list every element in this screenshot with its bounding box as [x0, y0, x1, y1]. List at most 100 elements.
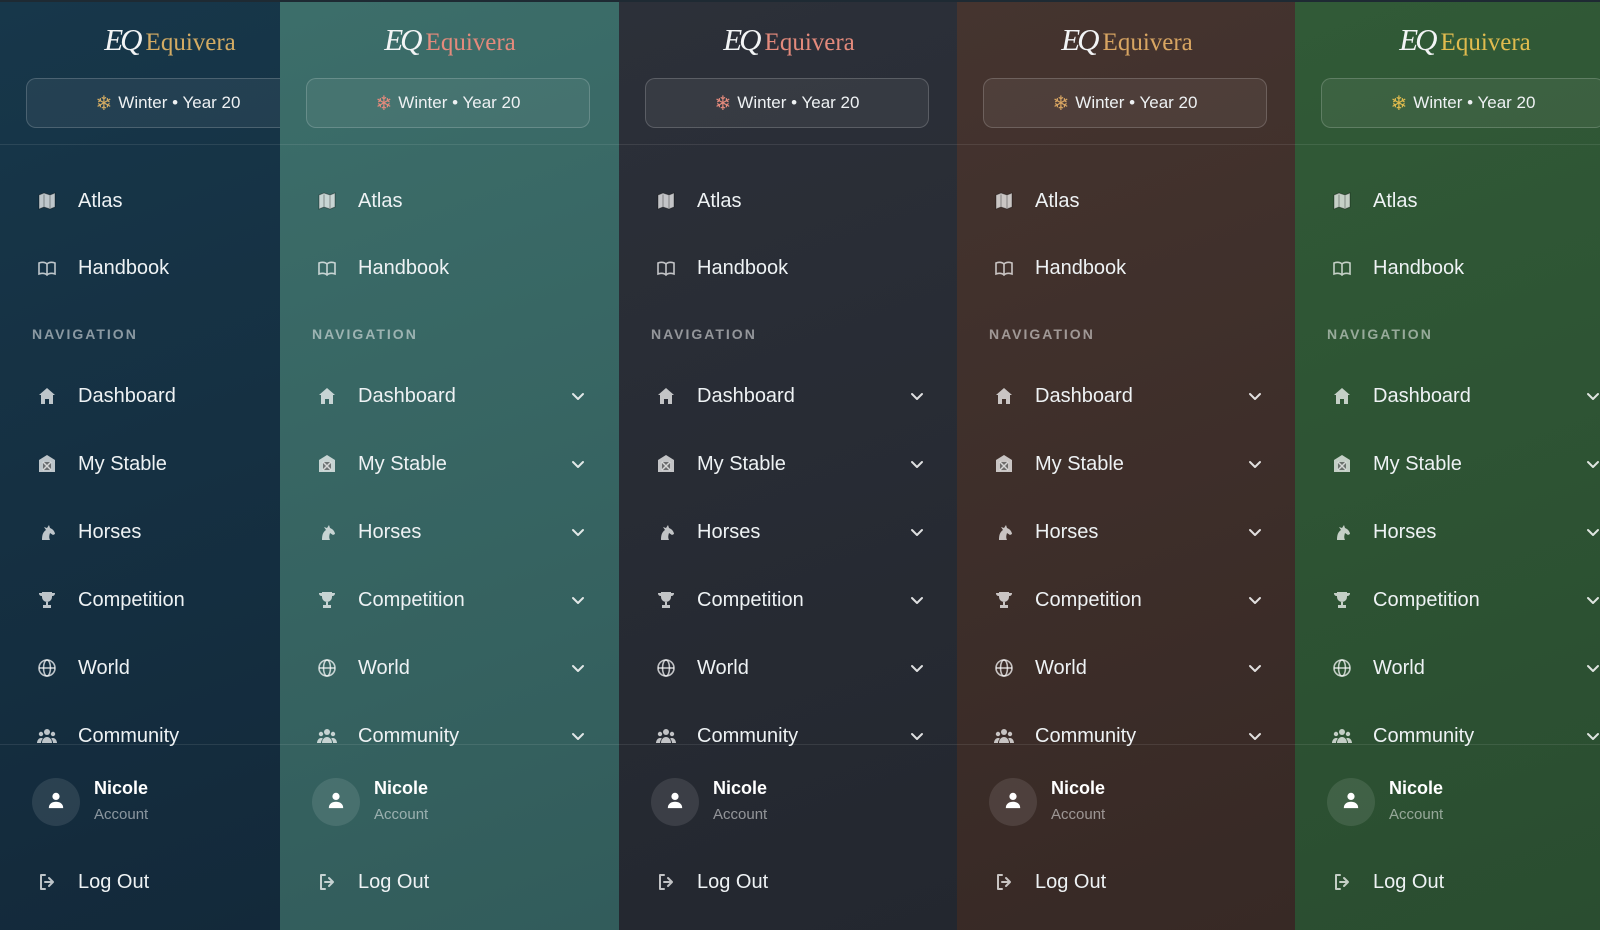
user-name[interactable]: Nicole [1051, 778, 1105, 799]
footer-divider [957, 744, 1295, 745]
nav-item-my-stable[interactable]: My Stable [1331, 444, 1462, 484]
user-account-label[interactable]: Account [713, 806, 767, 823]
chevron-down-icon[interactable] [909, 592, 925, 608]
user-account-label[interactable]: Account [1051, 806, 1105, 823]
quick-link-handbook[interactable]: Handbook [1331, 248, 1464, 288]
nav-item-community[interactable]: Community [993, 716, 1136, 756]
snowflake-icon: ❄ [1052, 92, 1070, 115]
nav-item-my-stable[interactable]: My Stable [316, 444, 447, 484]
user-name[interactable]: Nicole [1389, 778, 1443, 799]
chevron-down-icon[interactable] [1247, 728, 1263, 744]
quick-link-atlas[interactable]: Atlas [993, 181, 1079, 221]
nav-item-horses[interactable]: Horses [1331, 512, 1436, 552]
logout-button[interactable]: Log Out [36, 862, 149, 902]
season-indicator: ❄ Winter • Year 20 [306, 78, 590, 128]
chevron-down-icon[interactable] [1585, 728, 1600, 744]
chevron-down-icon[interactable] [909, 388, 925, 404]
nav-item-horses[interactable]: Horses [36, 512, 141, 552]
nav-item-competition[interactable]: Competition [655, 580, 804, 620]
stable-icon [993, 453, 1015, 475]
avatar[interactable] [651, 778, 699, 826]
quick-link-atlas[interactable]: Atlas [36, 181, 122, 221]
nav-item-community[interactable]: Community [655, 716, 798, 756]
brand-logo[interactable]: EQ Equivera [957, 22, 1295, 58]
nav-item-horses[interactable]: Horses [655, 512, 760, 552]
chevron-down-icon[interactable] [1247, 456, 1263, 472]
quick-link-atlas[interactable]: Atlas [316, 181, 402, 221]
season-label: Winter • Year 20 [737, 93, 860, 112]
chevron-down-icon[interactable] [1247, 524, 1263, 540]
chevron-down-icon[interactable] [570, 456, 586, 472]
brand-logo[interactable]: EQ Equivera [619, 22, 957, 58]
avatar[interactable] [312, 778, 360, 826]
nav-item-my-stable[interactable]: My Stable [993, 444, 1124, 484]
chevron-down-icon[interactable] [1247, 388, 1263, 404]
avatar[interactable] [989, 778, 1037, 826]
nav-item-horses-label: Horses [697, 520, 761, 543]
logout-button[interactable]: Log Out [1331, 862, 1444, 902]
brand-logo[interactable]: EQ Equivera [280, 22, 619, 58]
user-account-label[interactable]: Account [94, 806, 148, 823]
nav-item-community[interactable]: Community [316, 716, 459, 756]
chevron-down-icon[interactable] [570, 388, 586, 404]
nav-item-competition[interactable]: Competition [316, 580, 465, 620]
avatar[interactable] [32, 778, 80, 826]
nav-item-competition[interactable]: Competition [36, 580, 185, 620]
chevron-down-icon[interactable] [570, 728, 586, 744]
nav-item-horses-label: Horses [1373, 520, 1437, 543]
quick-link-handbook[interactable]: Handbook [316, 248, 449, 288]
nav-item-my-stable[interactable]: My Stable [36, 444, 167, 484]
chevron-down-icon[interactable] [570, 660, 586, 676]
nav-item-horses[interactable]: Horses [316, 512, 421, 552]
quick-link-handbook[interactable]: Handbook [993, 248, 1126, 288]
chevron-down-icon[interactable] [1247, 660, 1263, 676]
chevron-down-icon[interactable] [909, 456, 925, 472]
quick-link-atlas[interactable]: Atlas [1331, 181, 1417, 221]
nav-item-world[interactable]: World [1331, 648, 1425, 688]
nav-item-dashboard[interactable]: Dashboard [316, 376, 456, 416]
user-name[interactable]: Nicole [713, 778, 767, 799]
nav-item-dashboard[interactable]: Dashboard [1331, 376, 1471, 416]
user-account-label[interactable]: Account [1389, 806, 1443, 823]
avatar[interactable] [1327, 778, 1375, 826]
chevron-down-icon[interactable] [570, 524, 586, 540]
nav-item-world[interactable]: World [993, 648, 1087, 688]
nav-item-community[interactable]: Community [36, 716, 179, 756]
logout-button[interactable]: Log Out [993, 862, 1106, 902]
nav-item-competition[interactable]: Competition [993, 580, 1142, 620]
nav-item-horses[interactable]: Horses [993, 512, 1098, 552]
nav-item-dashboard[interactable]: Dashboard [655, 376, 795, 416]
chevron-down-icon[interactable] [1585, 524, 1600, 540]
user-name[interactable]: Nicole [374, 778, 428, 799]
logout-button-label: Log Out [1035, 870, 1107, 893]
chevron-down-icon[interactable] [909, 524, 925, 540]
chevron-down-icon[interactable] [1585, 660, 1600, 676]
logout-button[interactable]: Log Out [316, 862, 429, 902]
quick-link-atlas[interactable]: Atlas [655, 181, 741, 221]
nav-item-community[interactable]: Community [1331, 716, 1474, 756]
brand-logo[interactable]: EQ Equivera [1295, 22, 1600, 58]
chevron-down-icon[interactable] [1585, 388, 1600, 404]
user-account-label[interactable]: Account [374, 806, 428, 823]
chevron-down-icon[interactable] [1585, 456, 1600, 472]
nav-item-dashboard-label: Dashboard [1373, 384, 1471, 407]
chevron-down-icon[interactable] [1247, 592, 1263, 608]
logout-button-label: Log Out [1373, 870, 1445, 893]
chevron-down-icon[interactable] [1585, 592, 1600, 608]
chevron-down-icon[interactable] [909, 660, 925, 676]
brand-name: Equivera [425, 29, 516, 56]
quick-link-handbook[interactable]: Handbook [36, 248, 169, 288]
chevron-down-icon[interactable] [570, 592, 586, 608]
nav-item-world[interactable]: World [36, 648, 130, 688]
chevron-down-icon[interactable] [909, 728, 925, 744]
nav-item-world[interactable]: World [316, 648, 410, 688]
nav-item-dashboard[interactable]: Dashboard [993, 376, 1133, 416]
brand-logo[interactable]: EQ Equivera [0, 22, 280, 58]
nav-item-competition[interactable]: Competition [1331, 580, 1480, 620]
nav-item-dashboard[interactable]: Dashboard [36, 376, 176, 416]
user-name[interactable]: Nicole [94, 778, 148, 799]
quick-link-handbook[interactable]: Handbook [655, 248, 788, 288]
nav-item-my-stable[interactable]: My Stable [655, 444, 786, 484]
logout-button[interactable]: Log Out [655, 862, 768, 902]
nav-item-world[interactable]: World [655, 648, 749, 688]
